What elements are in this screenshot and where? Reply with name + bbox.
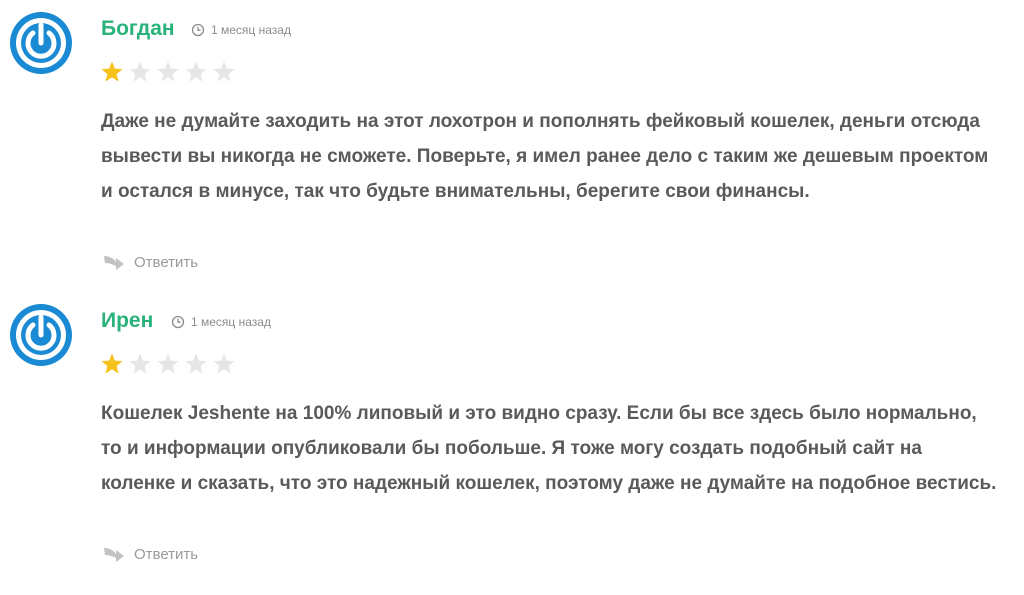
star-empty-icon: [213, 61, 235, 82]
star-empty-icon: [129, 353, 151, 374]
reply-arrow-icon: [104, 548, 124, 562]
comment-time-text: 1 месяц назад: [191, 315, 271, 329]
power-logo-icon: [10, 304, 72, 366]
comment-text: Даже не думайте заходить на этот лохотро…: [101, 111, 989, 202]
star-empty-icon: [185, 61, 207, 82]
reply-arrow-icon: [104, 256, 124, 270]
avatar: [9, 303, 73, 367]
star-rating: [100, 352, 236, 376]
avatar: [9, 11, 73, 75]
comment-text: Кошелек Jeshente на 100% липовый и это в…: [101, 403, 997, 494]
star-empty-icon: [213, 353, 235, 374]
comment-time: 1 месяц назад: [171, 315, 271, 329]
star-empty-icon: [157, 61, 179, 82]
comment-author[interactable]: Богдан: [101, 17, 175, 41]
reply-button[interactable]: Ответить: [102, 545, 198, 563]
star-rating: [100, 60, 236, 84]
reply-button[interactable]: Ответить: [102, 253, 198, 271]
comments-list: Богдан 1 месяц назад Даже не думайте зах…: [0, 0, 1024, 595]
clock-icon: [191, 23, 205, 37]
comment-time: 1 месяц назад: [191, 23, 291, 37]
star-empty-icon: [129, 61, 151, 82]
star-filled-icon: [101, 353, 123, 374]
star-empty-icon: [157, 353, 179, 374]
power-logo-icon: [10, 12, 72, 74]
comment-time-text: 1 месяц назад: [211, 23, 291, 37]
comment-author[interactable]: Ирен: [101, 309, 153, 333]
reply-label: Ответить: [134, 253, 199, 271]
star-empty-icon: [185, 353, 207, 374]
clock-icon: [171, 315, 185, 329]
star-filled-icon: [101, 61, 123, 82]
reply-label: Ответить: [134, 545, 199, 563]
